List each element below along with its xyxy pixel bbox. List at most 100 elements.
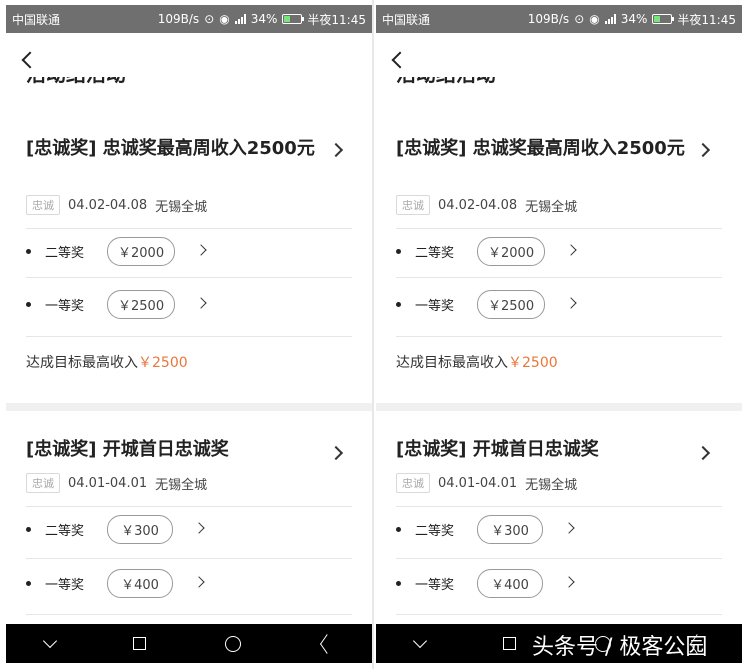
location-text: 无锡全城 (525, 477, 578, 493)
back-arrow-icon[interactable] (20, 53, 34, 67)
prize-amount-pill: ￥300 (477, 514, 543, 544)
card-meta: 忠诚 04.02-04.08 无锡全城 (26, 195, 207, 215)
bullet (26, 301, 31, 307)
divider (26, 228, 352, 229)
location-text: 无锡全城 (525, 199, 578, 215)
phone-screen-left: 中国联通 109B/s ⊙ ◉ 34% 半夜11:45 活动结活动 [忠诚奖] … (6, 5, 372, 663)
prize-row[interactable]: 一等奖 ￥400 (26, 568, 346, 598)
carrier-label: 中国联通 (382, 12, 431, 27)
prize-row[interactable]: 二等奖 ￥2000 (396, 236, 716, 266)
chevron-right-icon[interactable] (193, 522, 205, 534)
chevron-right-icon[interactable] (563, 576, 575, 588)
battery-percent: 34% (250, 12, 278, 26)
bullet (26, 580, 31, 586)
watermark-text: 头条号 / 极客公园 (532, 635, 708, 660)
bullet (396, 580, 401, 586)
divider (26, 506, 352, 507)
nav-home-icon[interactable] (224, 635, 241, 652)
prize-row[interactable]: 二等奖 ￥2000 (26, 236, 346, 266)
nav-recent-icon[interactable] (503, 637, 517, 650)
bullet (396, 248, 401, 254)
card-title: [忠诚奖] 开城首日忠诚奖 (396, 439, 599, 460)
prize-row[interactable]: 二等奖 ￥300 (396, 514, 716, 544)
prize-amount-pill: ￥2500 (477, 289, 546, 319)
prize-label: 一等奖 (45, 298, 85, 314)
prize-label: 一等奖 (415, 298, 455, 314)
date-range: 04.01-04.01 (68, 475, 148, 491)
divider (396, 228, 722, 229)
chevron-right-icon[interactable] (193, 576, 205, 588)
card-meta: 忠诚 04.01-04.01 无锡全城 (26, 473, 207, 493)
prize-label: 二等奖 (415, 523, 455, 539)
status-bar: 中国联通 109B/s ⊙ ◉ 34% 半夜11:45 (6, 5, 372, 33)
eye-icon: ◉ (219, 12, 230, 26)
category-tag: 忠诚 (26, 473, 60, 493)
prize-label: 二等奖 (45, 523, 85, 539)
back-arrow-icon[interactable] (390, 53, 404, 67)
prize-amount-pill: ￥400 (477, 568, 543, 598)
location-text: 无锡全城 (155, 477, 208, 493)
chevron-right-icon[interactable] (565, 297, 577, 309)
prize-amount-pill: ￥300 (107, 514, 173, 544)
chevron-right-icon[interactable] (695, 142, 711, 158)
bullet (26, 248, 31, 254)
prize-amount-pill: ￥2500 (107, 289, 176, 319)
partial-section-title: 活动结活动 (26, 77, 226, 91)
bullet (396, 301, 401, 307)
divider (396, 558, 722, 559)
clock: 半夜11:45 (677, 12, 736, 27)
battery-icon (282, 14, 305, 24)
prize-row[interactable]: 一等奖 ￥2500 (396, 289, 716, 319)
category-tag: 忠诚 (26, 195, 60, 215)
network-speed: 109B/s (527, 12, 570, 26)
nav-back-icon[interactable] (319, 637, 333, 651)
divider (396, 614, 722, 615)
date-range: 04.02-04.08 (438, 197, 518, 213)
location-icon: ⊙ (574, 12, 585, 26)
prize-label: 二等奖 (415, 245, 455, 261)
system-nav-bar (6, 624, 372, 663)
card-title: [忠诚奖] 忠诚奖最高周收入2500元 (26, 138, 315, 159)
chevron-right-icon[interactable] (328, 142, 344, 158)
chevron-right-icon[interactable] (565, 244, 577, 256)
location-text: 无锡全城 (155, 199, 208, 215)
prize-row[interactable]: 二等奖 ￥300 (26, 514, 346, 544)
clock: 半夜11:45 (307, 12, 366, 27)
screenshot-divider (372, 0, 374, 669)
status-bar: 中国联通 109B/s ⊙ ◉ 34% 半夜11:45 (376, 5, 742, 33)
income-summary: 达成目标最高收入￥2500 (26, 355, 188, 371)
chevron-right-icon[interactable] (695, 445, 711, 461)
divider (396, 336, 722, 337)
carrier-label: 中国联通 (12, 12, 61, 27)
eye-icon: ◉ (589, 12, 600, 26)
battery-percent: 34% (620, 12, 648, 26)
partial-section-title: 活动结活动 (396, 77, 596, 91)
prize-label: 二等奖 (45, 245, 85, 261)
summary-amount: ￥2500 (508, 355, 558, 371)
prize-row[interactable]: 一等奖 ￥400 (396, 568, 716, 598)
chevron-right-icon[interactable] (195, 297, 207, 309)
bullet (396, 526, 401, 532)
chevron-right-icon[interactable] (563, 522, 575, 534)
divider (396, 277, 722, 278)
chevron-right-icon[interactable] (328, 445, 344, 461)
nav-down-icon[interactable] (43, 633, 58, 648)
date-range: 04.02-04.08 (68, 197, 148, 213)
summary-amount: ￥2500 (138, 355, 188, 371)
prize-label: 一等奖 (415, 577, 455, 593)
card-title: [忠诚奖] 忠诚奖最高周收入2500元 (396, 138, 685, 159)
divider (26, 336, 352, 337)
signal-icon (604, 14, 616, 24)
card-title: [忠诚奖] 开城首日忠诚奖 (26, 439, 229, 460)
prize-label: 一等奖 (45, 577, 85, 593)
prize-amount-pill: ￥2000 (107, 236, 176, 266)
chevron-right-icon[interactable] (195, 244, 207, 256)
nav-recent-icon[interactable] (133, 637, 147, 650)
prize-row[interactable]: 一等奖 ￥2500 (26, 289, 346, 319)
nav-down-icon[interactable] (413, 633, 428, 648)
section-gap (6, 403, 372, 411)
section-gap (376, 403, 742, 411)
location-icon: ⊙ (204, 12, 215, 26)
date-range: 04.01-04.01 (438, 475, 518, 491)
bullet (26, 526, 31, 532)
